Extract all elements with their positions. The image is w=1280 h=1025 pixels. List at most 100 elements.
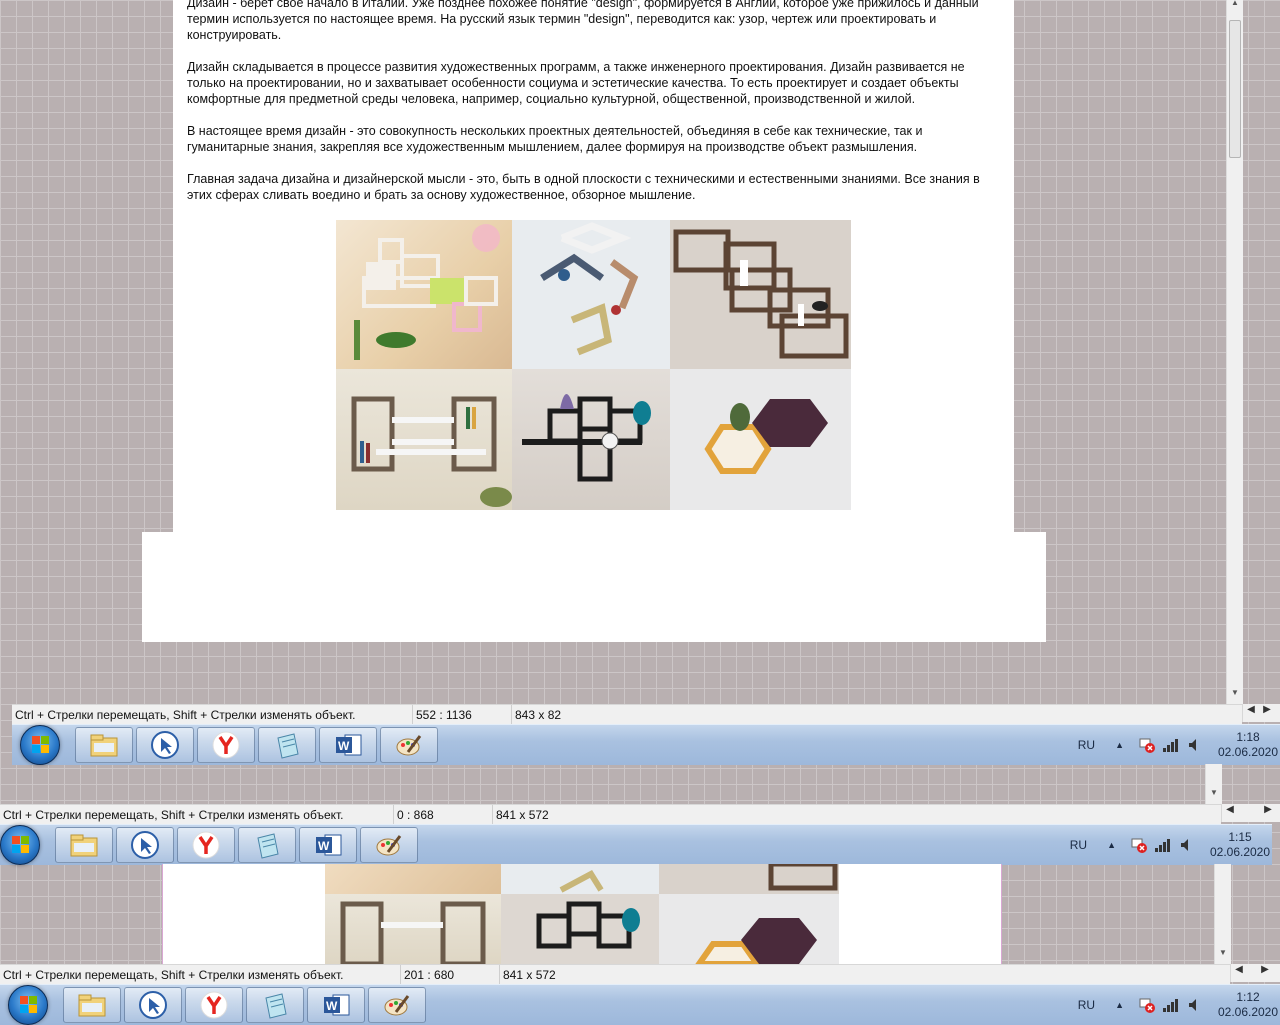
partial-tile-black-cross — [501, 894, 659, 964]
scroll-right-arrow-icon[interactable]: ▶ — [1259, 704, 1275, 722]
paragraph-2: Дизайн складывается в процессе развития … — [187, 60, 965, 106]
tray-language-3[interactable]: RU — [1078, 998, 1095, 1012]
scroll-down-arrow-icon-2[interactable]: ▼ — [1206, 788, 1222, 797]
cursor-tool-icon — [151, 731, 179, 759]
scroll-down-arrow-icon[interactable]: ▼ — [1227, 688, 1243, 697]
selected-white-object[interactable] — [142, 532, 1046, 642]
scroll-right-arrow-icon-2[interactable]: ▶ — [1260, 804, 1276, 822]
explorer-icon — [78, 994, 106, 1017]
start-button-2[interactable] — [0, 825, 40, 865]
taskbar-word-button-3[interactable]: W — [307, 987, 365, 1023]
network-signal-icon[interactable] — [1162, 998, 1180, 1012]
document-page-3 — [162, 864, 1002, 964]
partial-tile-hexagon — [659, 894, 839, 964]
tray-expand-icon-2[interactable]: ▲ — [1107, 840, 1116, 850]
explorer-icon — [70, 834, 98, 857]
status-size-2: 841 x 572 — [496, 808, 549, 822]
partial-tile-chevron — [501, 864, 659, 894]
horizontal-scroll-arrows-2[interactable]: ◀ ▶ — [1221, 804, 1280, 822]
taskbar-word-button-2[interactable]: W — [299, 827, 357, 863]
flag-warning-icon[interactable] — [1138, 737, 1156, 753]
status-size-3: 841 x 572 — [503, 968, 556, 982]
collage-tile-hexagon-shelves — [670, 369, 851, 510]
scroll-left-arrow-icon-2[interactable]: ◀ — [1222, 804, 1238, 822]
clock-time-3: 1:12 — [1236, 990, 1260, 1004]
taskbar-notepad-button-2[interactable] — [238, 827, 296, 863]
word-icon: W — [324, 994, 350, 1016]
tray-expand-icon[interactable]: ▲ — [1115, 740, 1124, 750]
paragraph-3: В настоящее время дизайн - это совокупно… — [187, 124, 923, 154]
status-position-3: 201 : 680 — [401, 965, 500, 985]
taskbar-yandex-button-2[interactable] — [177, 827, 235, 863]
start-button[interactable] — [20, 725, 60, 765]
book-shelves-drawing — [351, 396, 512, 507]
taskbar-yandex-button[interactable] — [197, 727, 255, 763]
taskbar-cursor-tool-button-3[interactable] — [124, 987, 182, 1023]
tray-clock[interactable]: 1:18 02.06.2020 — [1216, 730, 1280, 760]
taskbar-paint-button-2[interactable] — [360, 827, 418, 863]
volume-icon[interactable] — [1180, 838, 1194, 852]
taskbar-cursor-tool-button-2[interactable] — [116, 827, 174, 863]
shelves-collage-image[interactable] — [336, 220, 851, 510]
taskbar-explorer-button-2[interactable] — [55, 827, 113, 863]
chevron-shelves-drawing — [540, 222, 639, 356]
volume-icon[interactable] — [1188, 998, 1202, 1012]
scroll-left-arrow-icon[interactable]: ◀ — [1243, 704, 1259, 722]
status-bar-3: Ctrl + Стрелки перемещать, Shift + Стрел… — [0, 964, 1230, 985]
tray-language[interactable]: RU — [1078, 738, 1095, 752]
taskbar-paint-button-3[interactable] — [368, 987, 426, 1023]
tray-clock-2[interactable]: 1:15 02.06.2020 — [1208, 830, 1272, 860]
volume-icon[interactable] — [1188, 738, 1202, 752]
taskbar-notepad-button-3[interactable] — [246, 987, 304, 1023]
explorer-icon — [90, 734, 118, 757]
taskbar-yandex-button-3[interactable] — [185, 987, 243, 1023]
word-icon: W — [336, 734, 362, 756]
vertical-scrollbar-2[interactable]: ▼ — [1205, 764, 1222, 804]
taskbar-paint-button[interactable] — [380, 727, 438, 763]
clock-time-2: 1:15 — [1228, 830, 1252, 844]
scroll-right-arrow-icon-3[interactable]: ▶ — [1257, 964, 1273, 982]
vertical-scrollbar-3[interactable]: ▼ — [1214, 864, 1231, 964]
start-button-3[interactable] — [8, 985, 48, 1025]
system-tray-3: RU ▲ 1:12 02.06.2020 — [1078, 985, 1280, 1025]
taskbar: W RU ▲ 1:18 02.06.2020 — [12, 724, 1280, 765]
hexagon-shelves-drawing — [704, 399, 828, 474]
clock-date-2: 02.06.2020 — [1209, 845, 1271, 859]
status-hint-3: Ctrl + Стрелки перемещать, Shift + Стрел… — [0, 965, 401, 985]
scroll-up-arrow-icon[interactable]: ▲ — [1227, 0, 1243, 7]
taskbar-cursor-tool-button[interactable] — [136, 727, 194, 763]
system-tray: RU ▲ 1:18 02.06.2020 — [1078, 725, 1280, 765]
scroll-down-arrow-icon-3[interactable]: ▼ — [1215, 948, 1231, 957]
taskbar-explorer-button[interactable] — [75, 727, 133, 763]
cursor-tool-icon — [139, 991, 167, 1019]
status-size: 843 x 82 — [515, 708, 562, 722]
status-bar: Ctrl + Стрелки перемещать, Shift + Стрел… — [12, 704, 1242, 725]
flag-warning-icon[interactable] — [1130, 837, 1148, 853]
taskbar-word-button[interactable]: W — [319, 727, 377, 763]
taskbar-explorer-button-3[interactable] — [63, 987, 121, 1023]
collage-tile-wood-stair-shelves — [670, 220, 851, 369]
vertical-scrollbar[interactable]: ▲ ▼ — [1226, 0, 1243, 704]
horizontal-scroll-arrows-3[interactable]: ◀ ▶ — [1230, 964, 1280, 982]
network-signal-icon[interactable] — [1162, 738, 1180, 752]
yandex-browser-icon — [212, 731, 240, 759]
horizontal-scroll-arrows[interactable]: ◀ ▶ — [1242, 704, 1280, 722]
partial-tile-wood — [659, 864, 839, 894]
taskbar-3: W RU ▲ 1:12 02.06.2020 — [0, 984, 1280, 1025]
scroll-left-arrow-icon-3[interactable]: ◀ — [1231, 964, 1247, 982]
taskbar-2: W RU ▲ 1:15 02.06.2020 — [0, 824, 1272, 865]
paint-icon — [376, 835, 402, 856]
tray-clock-3[interactable]: 1:12 02.06.2020 — [1216, 990, 1280, 1020]
partial-tile-pastel — [325, 864, 501, 894]
system-tray-2: RU ▲ 1:15 02.06.2020 — [1070, 825, 1272, 865]
network-signal-icon[interactable] — [1154, 838, 1172, 852]
flag-warning-icon[interactable] — [1138, 997, 1156, 1013]
status-hint: Ctrl + Стрелки перемещать, Shift + Стрел… — [12, 705, 413, 725]
shelves-collage-image-partial[interactable] — [325, 864, 839, 964]
status-hint-2: Ctrl + Стрелки перемещать, Shift + Стрел… — [0, 805, 394, 825]
taskbar-notepad-button[interactable] — [258, 727, 316, 763]
tray-expand-icon-3[interactable]: ▲ — [1115, 1000, 1124, 1010]
tray-language-2[interactable]: RU — [1070, 838, 1087, 852]
scrollbar-thumb[interactable] — [1229, 20, 1241, 158]
clock-date: 02.06.2020 — [1217, 745, 1279, 759]
